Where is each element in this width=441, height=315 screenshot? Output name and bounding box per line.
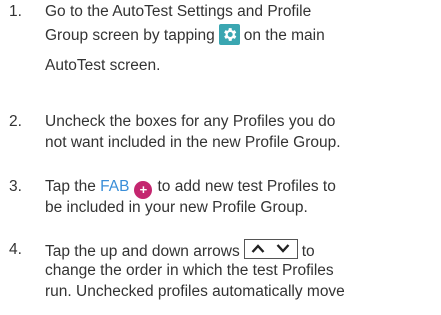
- step-text-fragment: to: [301, 243, 315, 260]
- step-number: 1.: [9, 3, 22, 20]
- step-text: Go to the AutoTest Settings and Profile …: [45, 1, 435, 76]
- chevron-down-icon: [276, 244, 290, 253]
- step-line: Tap the up and down arrows to: [45, 239, 435, 260]
- step-text-fragment: Tap the: [45, 178, 96, 195]
- step-text-fragment: on the main: [243, 27, 325, 44]
- step-line: AutoTest screen.: [45, 57, 161, 74]
- fab-link[interactable]: FAB: [100, 178, 129, 195]
- reorder-arrows: [243, 239, 298, 259]
- step-line: Go to the AutoTest Settings and Profile: [45, 3, 312, 20]
- step-line: run. Unchecked profiles automatically mo…: [45, 283, 345, 300]
- gear-icon: [218, 24, 240, 45]
- step-number: 2.: [9, 113, 22, 130]
- step-text-fragment: Group screen by tapping: [45, 27, 215, 44]
- step-text-fragment: Tap the up and down arrows: [45, 243, 240, 260]
- step-text: Uncheck the boxes for any Profiles you d…: [45, 111, 435, 153]
- step-text-fragment: to add new test Profiles to: [157, 178, 336, 195]
- step-line: Uncheck the boxes for any Profiles you d…: [45, 113, 336, 130]
- step-line: Tap the FAB + to add new test Profiles to: [45, 176, 435, 199]
- step-text: Tap the FAB + to add new test Profiles to …: [45, 176, 435, 218]
- step-line: change the order in which the test Profi…: [45, 262, 334, 279]
- step-number: 3.: [9, 178, 22, 195]
- step-line: be included in your new Profile Group.: [45, 199, 308, 216]
- step-text: Tap the up and down arrows to change the …: [45, 239, 435, 302]
- step-line: Group screen by tapping on the main: [45, 22, 435, 49]
- step-line: not want included in the new Profile Gro…: [45, 134, 341, 151]
- step-number: 4.: [9, 241, 22, 258]
- chevron-up-icon: [251, 244, 265, 253]
